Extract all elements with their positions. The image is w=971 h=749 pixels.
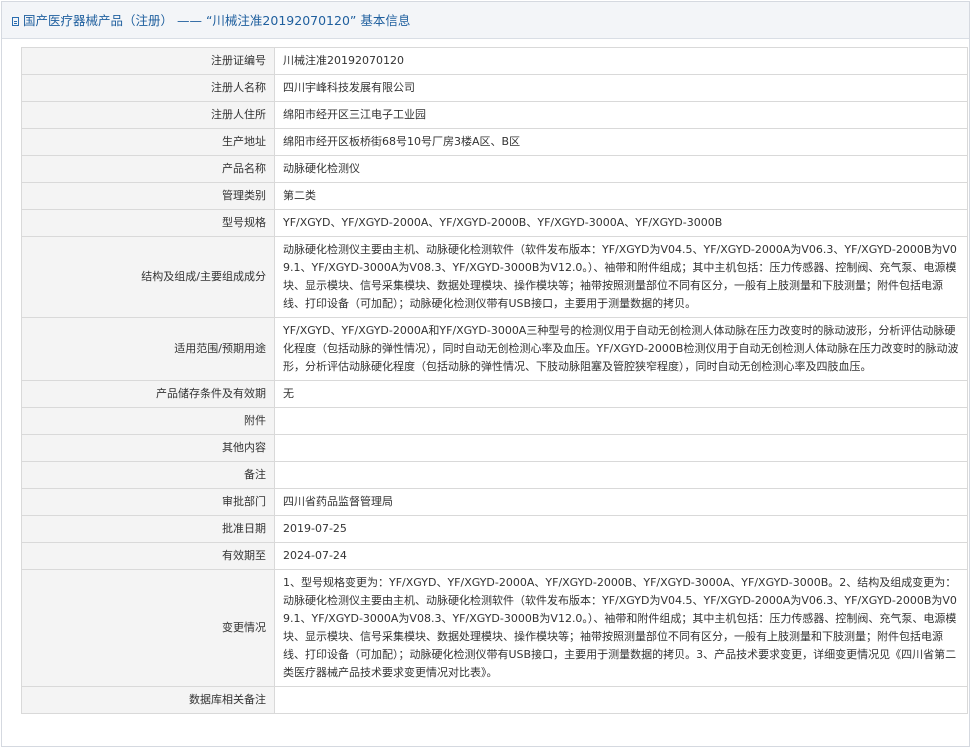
field-label: 有效期至 (21, 542, 275, 570)
table-row: 注册人住所 绵阳市经开区三江电子工业园 (21, 101, 968, 129)
document-icon (12, 17, 19, 26)
table-row: 管理类别 第二类 (21, 182, 968, 210)
field-label: 适用范围/预期用途 (21, 317, 275, 381)
page-title: 国产医疗器械产品（注册） —— “川械注准20192070120” 基本信息 (23, 13, 411, 28)
field-label: 注册证编号 (21, 47, 275, 75)
table-row: 注册证编号 川械注准20192070120 (21, 47, 968, 75)
table-row: 数据库相关备注 (21, 686, 968, 714)
field-value: 1、型号规格变更为：YF/XGYD、YF/XGYD-2000A、YF/XGYD-… (274, 569, 968, 687)
field-label: 附件 (21, 407, 275, 435)
field-label: 结构及组成/主要组成成分 (21, 236, 275, 318)
table-row: 变更情况 1、型号规格变更为：YF/XGYD、YF/XGYD-2000A、YF/… (21, 569, 968, 687)
field-label: 数据库相关备注 (21, 686, 275, 714)
field-value (274, 434, 968, 462)
table-row: 生产地址 绵阳市经开区板桥街68号10号厂房3楼A区、B区 (21, 128, 968, 156)
field-label: 生产地址 (21, 128, 275, 156)
table-row: 注册人名称 四川宇峰科技发展有限公司 (21, 74, 968, 102)
field-label: 管理类别 (21, 182, 275, 210)
field-value (274, 461, 968, 489)
field-label: 注册人住所 (21, 101, 275, 129)
field-value: 无 (274, 380, 968, 408)
field-value: YF/XGYD、YF/XGYD-2000A、YF/XGYD-2000B、YF/X… (274, 209, 968, 237)
field-value: 四川省药品监督管理局 (274, 488, 968, 516)
field-label: 其他内容 (21, 434, 275, 462)
field-label: 产品名称 (21, 155, 275, 183)
field-value: 川械注准20192070120 (274, 47, 968, 75)
table-row: 产品名称 动脉硬化检测仪 (21, 155, 968, 183)
detail-page: 国产医疗器械产品（注册） —— “川械注准20192070120” 基本信息 注… (1, 1, 970, 747)
field-value: 四川宇峰科技发展有限公司 (274, 74, 968, 102)
registration-info-table: 注册证编号 川械注准20192070120 注册人名称 四川宇峰科技发展有限公司… (21, 47, 968, 714)
field-value: 2019-07-25 (274, 515, 968, 543)
table-row: 产品储存条件及有效期 无 (21, 380, 968, 408)
field-label: 变更情况 (21, 569, 275, 687)
field-value: 2024-07-24 (274, 542, 968, 570)
field-value: 绵阳市经开区三江电子工业园 (274, 101, 968, 129)
table-row: 附件 (21, 407, 968, 435)
table-row: 批准日期 2019-07-25 (21, 515, 968, 543)
table-row: 结构及组成/主要组成成分 动脉硬化检测仪主要由主机、动脉硬化检测软件（软件发布版… (21, 236, 968, 318)
field-label: 注册人名称 (21, 74, 275, 102)
page-title-bar: 国产医疗器械产品（注册） —— “川械注准20192070120” 基本信息 (2, 2, 969, 39)
field-value: 动脉硬化检测仪主要由主机、动脉硬化检测软件（软件发布版本：YF/XGYD为V04… (274, 236, 968, 318)
field-value (274, 407, 968, 435)
field-value: 动脉硬化检测仪 (274, 155, 968, 183)
field-value: YF/XGYD、YF/XGYD-2000A和YF/XGYD-3000A三种型号的… (274, 317, 968, 381)
table-row: 有效期至 2024-07-24 (21, 542, 968, 570)
table-row: 备注 (21, 461, 968, 489)
field-label: 审批部门 (21, 488, 275, 516)
field-label: 型号规格 (21, 209, 275, 237)
field-value: 绵阳市经开区板桥街68号10号厂房3楼A区、B区 (274, 128, 968, 156)
field-label: 产品储存条件及有效期 (21, 380, 275, 408)
field-label: 备注 (21, 461, 275, 489)
table-row: 适用范围/预期用途 YF/XGYD、YF/XGYD-2000A和YF/XGYD-… (21, 317, 968, 381)
table-row: 其他内容 (21, 434, 968, 462)
table-row: 型号规格 YF/XGYD、YF/XGYD-2000A、YF/XGYD-2000B… (21, 209, 968, 237)
table-row: 审批部门 四川省药品监督管理局 (21, 488, 968, 516)
field-value: 第二类 (274, 182, 968, 210)
field-value (274, 686, 968, 714)
field-label: 批准日期 (21, 515, 275, 543)
